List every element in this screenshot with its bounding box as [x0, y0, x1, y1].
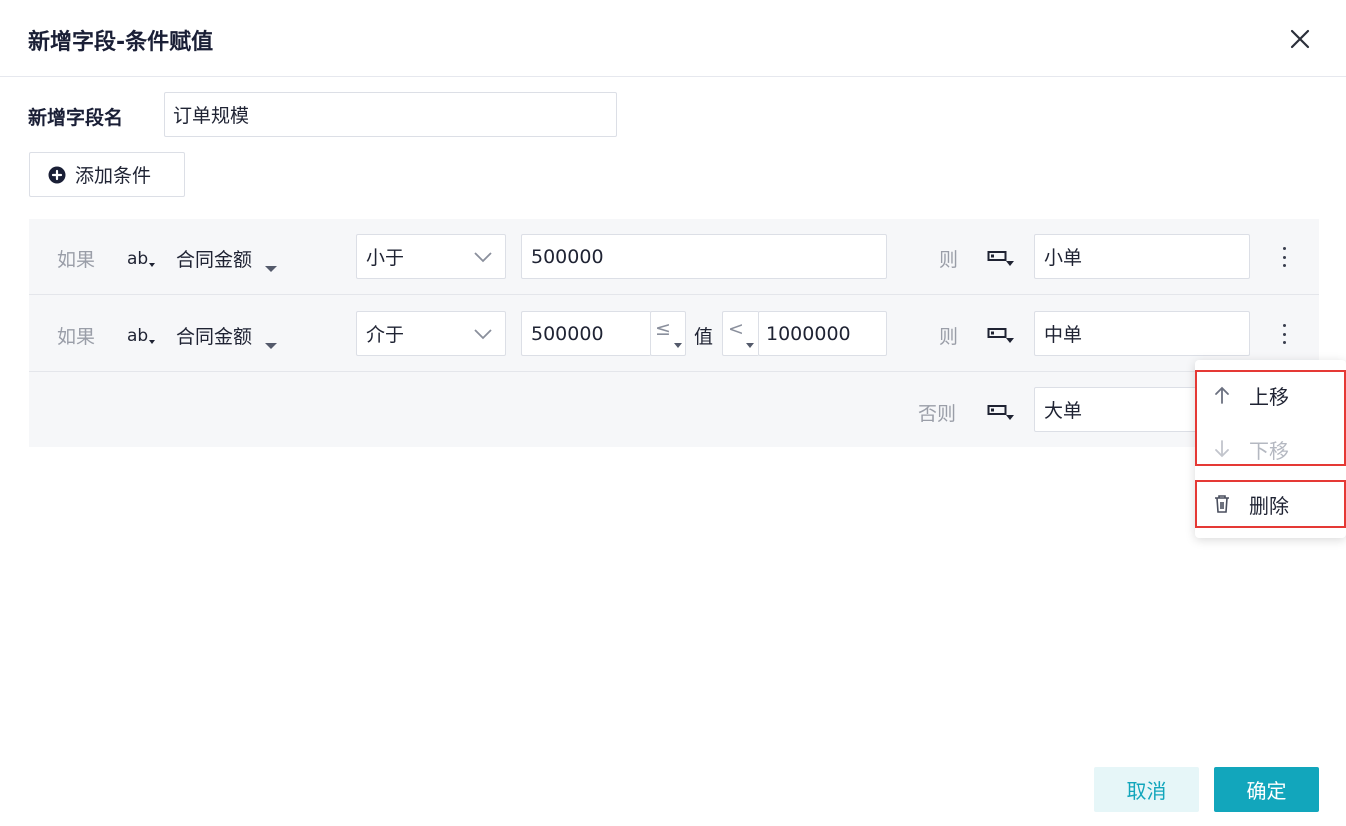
text-type-icon[interactable]: ab — [127, 245, 157, 276]
delete-label: 删除 — [1249, 493, 1289, 518]
less-than-icon: < — [728, 318, 744, 340]
result-type-icon[interactable] — [987, 247, 1017, 274]
row-context-menu: 上移 下移 删除 — [1195, 360, 1346, 538]
row-divider — [29, 294, 1319, 295]
field-name-label: 新增字段名 — [28, 107, 124, 129]
trash-icon — [1215, 495, 1229, 513]
field-name-input[interactable] — [164, 92, 617, 137]
confirm-button[interactable]: 确定 — [1214, 767, 1319, 812]
move-down-label: 下移 — [1249, 438, 1289, 463]
operator-value: 介于 — [366, 324, 405, 346]
result-type-icon[interactable] — [987, 324, 1017, 351]
operator-select[interactable]: 介于 — [356, 311, 506, 356]
field-select[interactable]: 合同金额 — [176, 322, 252, 349]
delete-menu-item[interactable]: 删除 — [1195, 481, 1346, 527]
condition-value-input[interactable]: 500000 — [521, 234, 887, 279]
more-options-icon[interactable] — [1274, 322, 1294, 346]
caret-down-icon[interactable] — [264, 332, 278, 356]
more-options-icon[interactable] — [1274, 245, 1294, 269]
operator-value: 小于 — [366, 247, 405, 269]
result-input[interactable]: 中单 — [1034, 311, 1250, 356]
cancel-button[interactable]: 取消 — [1094, 767, 1199, 812]
text-type-icon[interactable]: ab — [127, 322, 157, 353]
conditions-panel: 如果 ab 合同金额 小于 500000 则 小单 如果 ab 合同金额 介于 … — [29, 219, 1319, 447]
operator-select[interactable]: 小于 — [356, 234, 506, 279]
move-up-label: 上移 — [1249, 384, 1289, 409]
svg-text:ab: ab — [127, 326, 148, 346]
to-comparator-select[interactable]: < — [722, 311, 759, 356]
row-divider — [29, 371, 1319, 372]
move-down-menu-item[interactable]: 下移 — [1195, 426, 1346, 472]
arrow-down-icon — [1215, 440, 1229, 458]
chevron-down-icon — [474, 251, 492, 262]
if-label: 如果 — [57, 326, 96, 348]
result-type-icon[interactable] — [987, 401, 1017, 428]
if-label: 如果 — [57, 249, 96, 271]
then-label: 则 — [939, 326, 959, 348]
dialog-title: 新增字段-条件赋值 — [28, 30, 214, 55]
arrow-up-icon — [1215, 386, 1229, 404]
add-condition-label: 添加条件 — [75, 165, 152, 187]
move-up-menu-item[interactable]: 上移 — [1195, 372, 1346, 418]
range-from-input[interactable]: 500000 — [521, 311, 651, 356]
dialog-header: 新增字段-条件赋值 — [0, 0, 1346, 77]
less-equal-icon: ≤ — [655, 318, 671, 340]
svg-text:ab: ab — [127, 249, 148, 269]
caret-down-icon[interactable] — [264, 255, 278, 279]
field-select[interactable]: 合同金额 — [176, 245, 252, 272]
add-condition-button[interactable]: 添加条件 — [29, 152, 185, 197]
value-label: 值 — [694, 326, 714, 348]
then-label: 则 — [939, 249, 959, 271]
result-input[interactable]: 小单 — [1034, 234, 1250, 279]
plus-circle-icon — [48, 166, 66, 183]
from-comparator-select[interactable]: ≤ — [650, 311, 686, 356]
range-to-input[interactable]: 1000000 — [758, 311, 887, 356]
chevron-down-icon — [474, 328, 492, 339]
else-label: 否则 — [918, 403, 957, 425]
close-icon[interactable] — [1287, 26, 1313, 52]
